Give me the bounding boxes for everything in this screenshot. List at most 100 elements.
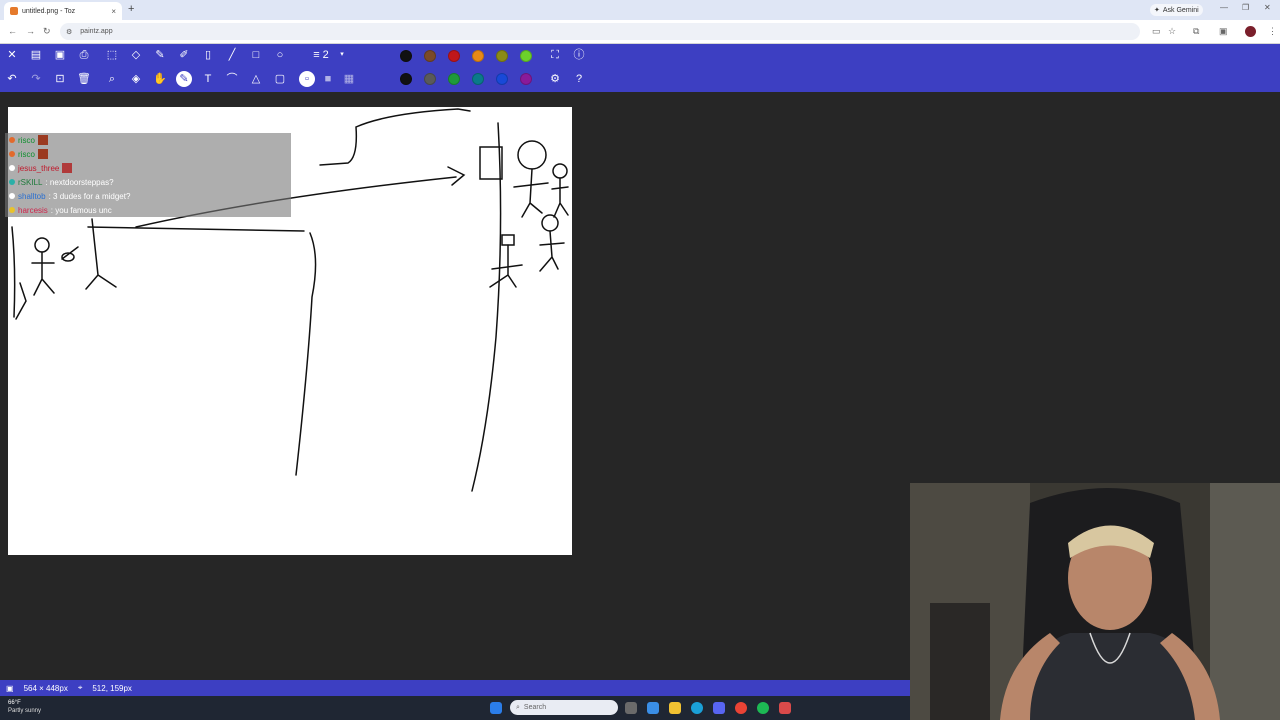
back-icon[interactable]: ← [8,26,17,36]
gemini-sparkle-icon: ✦ [1154,7,1160,14]
body-right-1 [513,168,549,218]
install-app-icon[interactable]: ▭ [1152,26,1161,37]
color-swatch-orange[interactable] [472,50,484,62]
canvas-size-text: 564 × 448px [23,683,68,693]
task-view-icon[interactable] [625,702,637,714]
bookmark-star-icon[interactable]: ☆ [1168,26,1176,37]
omnibox[interactable]: ⚙ paintz.app [60,23,1140,40]
chat-overlay: risco risco jesus_three rSKILL : nextdoo… [5,133,291,217]
reload-icon[interactable]: ↻ [43,26,51,37]
head-right-1 [517,140,547,170]
ceiling-line [87,226,305,232]
eraser-icon[interactable]: ◇ [128,47,144,63]
outline-only-option[interactable]: ▦ [341,71,357,87]
paintz-favicon-icon [10,7,18,15]
windows-start-icon[interactable] [490,702,502,714]
canvas-size-icon: ▣ [6,683,14,693]
chevron-down-icon[interactable]: ▾ [334,47,350,63]
open-file-icon[interactable]: ▤ [28,47,44,63]
windows-taskbar: 66°F Partly sunny ⌕ Search [0,696,910,720]
tab-title: untitled.png - Toz [22,7,76,15]
select-icon[interactable]: ⬚ [104,47,120,63]
close-image-icon[interactable]: ✕ [4,47,20,63]
weather-widget[interactable]: 66°F Partly sunny [8,699,41,715]
settings-gear-icon[interactable]: ⚙ [547,71,563,87]
chat-message: shalltob : 3 dudes for a midget? [5,189,291,203]
menu-dots-icon[interactable]: ⋮ [1268,26,1277,37]
color-swatch-red[interactable] [448,50,460,62]
chat-text: : 3 dudes for a midget? [48,191,131,201]
crop-icon[interactable]: ⊡ [52,71,68,87]
cursor-position-text: 512, 159px [92,683,132,693]
color-swatch-teal[interactable] [472,73,484,85]
emote-icon [37,135,48,145]
polygon-icon[interactable]: △ [248,71,264,87]
minimize-button[interactable]: — [1220,3,1228,12]
edge-browser-icon[interactable] [691,702,703,714]
ask-gemini-button[interactable]: ✦ Ask Gemini [1150,4,1203,16]
maximize-button[interactable]: ❐ [1242,3,1249,12]
status-bar: ▣ 564 × 448px ⌖ 512, 159px [0,680,910,696]
line-icon[interactable]: ╱ [224,47,240,63]
free-select-icon[interactable]: ⌕ [104,71,120,87]
forward-icon[interactable]: → [26,26,35,36]
color-swatch-brown[interactable] [424,50,436,62]
stroke-size-selector[interactable]: ≡ 2 [306,47,336,63]
help-icon[interactable]: ? [571,71,587,87]
extensions-icon[interactable]: ⧉ [1193,26,1199,37]
roof-stroke [319,108,471,166]
emote-icon [37,149,48,159]
chat-badge-icon [9,179,15,185]
new-tab-button[interactable]: + [128,3,134,15]
color-swatch-purple[interactable] [520,73,532,85]
side-panel-icon[interactable]: ▣ [1219,26,1228,37]
browser-tab-strip: untitled.png - Toz × + ✦ Ask Gemini — ❐ … [0,0,1280,20]
color-swatch-black-2[interactable] [400,73,412,85]
spotify-icon[interactable] [757,702,769,714]
chat-message: risco [5,133,291,147]
pen-tool-icon[interactable]: ✎ [176,71,192,87]
ask-gemini-label: Ask Gemini [1162,6,1199,14]
info-icon[interactable]: ⓘ [571,47,587,63]
color-swatch-lime[interactable] [520,50,532,62]
discord-icon[interactable] [713,702,725,714]
rectangle-icon[interactable]: □ [248,47,264,63]
fill-icon[interactable]: ◈ [128,71,144,87]
profile-avatar[interactable] [1245,26,1256,37]
taskbar-search[interactable]: ⌕ Search [510,700,618,715]
tab-close-icon[interactable]: × [111,7,116,16]
color-swatch-black[interactable] [400,50,412,62]
save-icon[interactable]: ▣ [52,47,68,63]
undo-icon[interactable]: ↶ [4,71,20,87]
emote-icon [62,163,73,173]
brush-icon[interactable]: ✐ [176,47,192,63]
chat-badge-icon [9,165,15,171]
ellipse-icon[interactable]: ○ [272,47,288,63]
outline-fill-option[interactable]: ▫ [299,71,315,87]
color-swatch-green[interactable] [448,73,460,85]
fill-option[interactable]: ■ [320,71,336,87]
pencil-icon[interactable]: ✎ [152,47,168,63]
pan-hand-icon[interactable]: ✋ [152,71,168,87]
file-explorer-icon[interactable] [669,702,681,714]
site-info-icon[interactable]: ⚙ [66,28,72,36]
chat-message: rSKILL : nextdoorsteppas? [5,175,291,189]
app-icon[interactable] [647,702,659,714]
color-swatch-blue[interactable] [496,73,508,85]
rounded-rect-icon[interactable]: ▢ [272,71,288,87]
redo-icon[interactable]: ↷ [28,71,44,87]
curve-icon[interactable]: ⌒ [224,71,240,87]
fullscreen-icon[interactable]: ⛶ [547,47,563,63]
color-swatch-olive[interactable] [496,50,508,62]
print-icon[interactable]: ⎙ [76,47,92,63]
color-swatch-gray[interactable] [424,73,436,85]
delete-icon[interactable]: 🗑 [76,71,92,87]
app-icon-2[interactable] [779,702,791,714]
cursor-icon: ⌖ [77,683,83,692]
close-window-button[interactable]: ✕ [1264,3,1271,12]
chrome-icon[interactable] [735,702,747,714]
browser-tab[interactable]: untitled.png - Toz × [4,2,122,20]
text-icon[interactable]: T [200,71,216,87]
chat-username: rSKILL [18,177,43,187]
airbrush-icon[interactable]: ▯ [200,47,216,63]
